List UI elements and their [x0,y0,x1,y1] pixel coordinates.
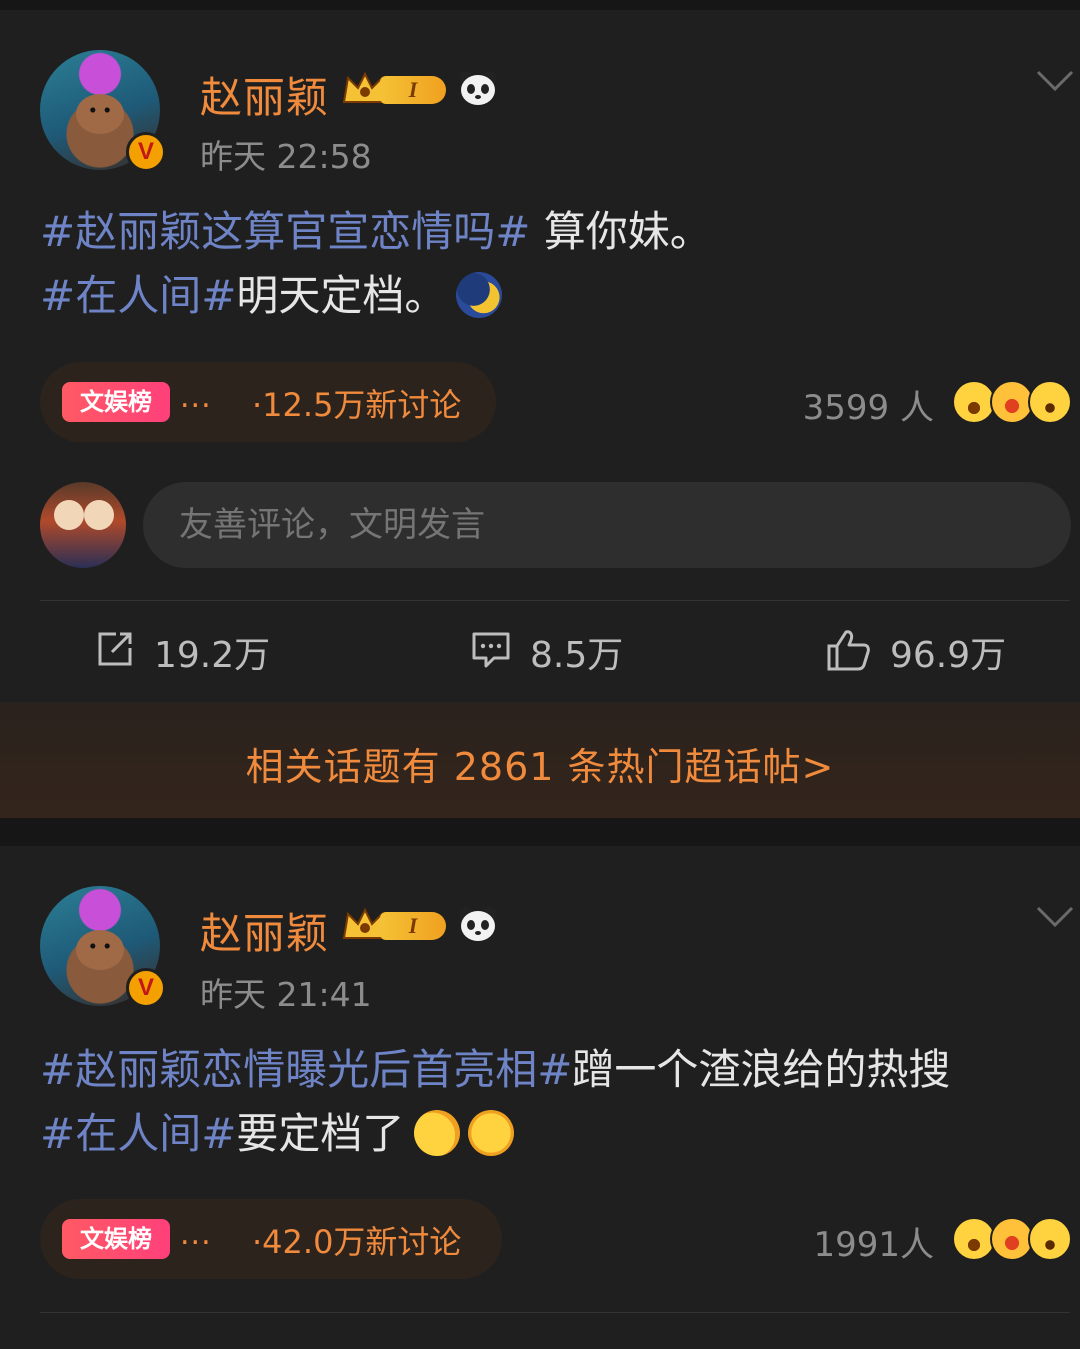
rank-pill[interactable]: 文娱榜 ... ·42.0万新讨论 [40,1199,502,1279]
avatar-face [76,930,124,970]
like-count: 96.9万 [890,635,1007,676]
hashtag-link[interactable]: #赵丽颖恋情曝光后首亮相# [40,1045,572,1094]
post-content-line-1: #赵丽颖这算官宣恋情吗# 算你妹。 [40,200,712,264]
rank-pill[interactable]: 文娱榜 ... ·12.5万新讨论 [40,362,496,442]
comment-button[interactable]: 8.5万 [470,626,670,676]
username[interactable]: 赵丽颖 [200,900,329,961]
thumbs-up-icon [827,630,870,671]
cheer-emoji-icon [468,1109,515,1156]
avatar-face [76,94,124,134]
level-tag: I [380,76,446,104]
shock-emoji-icon [1028,380,1072,424]
divider [40,1312,1070,1313]
post-text: 算你妹。 [530,207,712,256]
super-topic-link[interactable]: 相关话题有 2861 条热门超话帖> [0,736,1080,791]
rank-discussion-count: ·12.5万新讨论 [252,386,462,424]
panda-icon [459,71,497,105]
post-content-line-2: #在人间#明天定档。 [40,264,503,328]
avatar[interactable]: V [40,886,166,1008]
reaction-icons[interactable] [952,380,1072,424]
panda-icon [459,907,497,941]
super-topic-banner[interactable]: 相关话题有 2861 条热门超话帖> [0,702,1080,818]
rank-dots: ... [180,380,212,415]
hashtag-link[interactable]: #在人间# [40,1109,236,1158]
post-time: 昨天 21:41 [200,975,372,1014]
post-text: 蹭一个渣浪给的热搜 [572,1045,951,1094]
post-content-line-1: #赵丽颖恋情曝光后首亮相#蹭一个渣浪给的热搜 [40,1038,950,1102]
rainbow-kiss-emoji-icon [414,1109,461,1156]
member-level-badge[interactable]: I [340,904,450,944]
comment-count: 8.5万 [530,635,624,676]
hashtag-link[interactable]: #赵丽颖这算官宣恋情吗# [40,207,530,256]
reaction-icons[interactable] [952,1217,1072,1261]
rank-badge: 文娱榜 [62,382,170,422]
reaction-people-count: 1991人 [813,1225,934,1265]
hashtag-link[interactable]: #在人间# [40,271,236,320]
verified-badge-icon: V [126,968,166,1008]
rank-discussion-count: ·42.0万新讨论 [252,1223,462,1261]
rank-badge: 文娱榜 [62,1219,170,1259]
username[interactable]: 赵丽颖 [200,64,329,125]
my-avatar [40,482,126,568]
post-time: 昨天 22:58 [200,137,372,176]
comment-input[interactable] [143,482,1071,568]
verified-badge-icon: V [126,132,166,172]
repost-icon [98,632,132,666]
moon-emoji-icon [456,271,503,318]
rank-dots: ... [180,1217,212,1252]
avatar-figure-left [54,500,84,530]
divider [40,600,1070,601]
repost-count: 19.2万 [154,635,271,676]
post-text: 要定档了 [236,1109,405,1158]
chevron-down-icon[interactable] [1036,906,1074,928]
chevron-down-icon[interactable] [1036,70,1074,92]
avatar-figure-right [84,500,114,530]
reaction-people-count: 3599 人 [802,388,934,428]
avatar[interactable]: V [40,50,166,172]
weibo-post: V 赵丽颖 I 昨天 21:41 #赵丽颖恋情曝光后首亮相#蹭一个渣浪给的热搜 … [0,846,1080,1349]
like-button[interactable]: 96.9万 [826,626,1046,676]
weibo-post: V 赵丽颖 I 昨天 22:58 #赵丽颖这算官宣恋情吗# 算你妹。 #在人间#… [0,10,1080,702]
comment-icon [472,632,510,668]
post-content-line-2: #在人间#要定档了 [40,1102,515,1166]
level-tag: I [380,912,446,940]
member-level-badge[interactable]: I [340,68,450,108]
repost-button[interactable]: 19.2万 [94,626,294,676]
post-text: 明天定档。 [236,271,447,320]
shock-emoji-icon [1028,1217,1072,1261]
